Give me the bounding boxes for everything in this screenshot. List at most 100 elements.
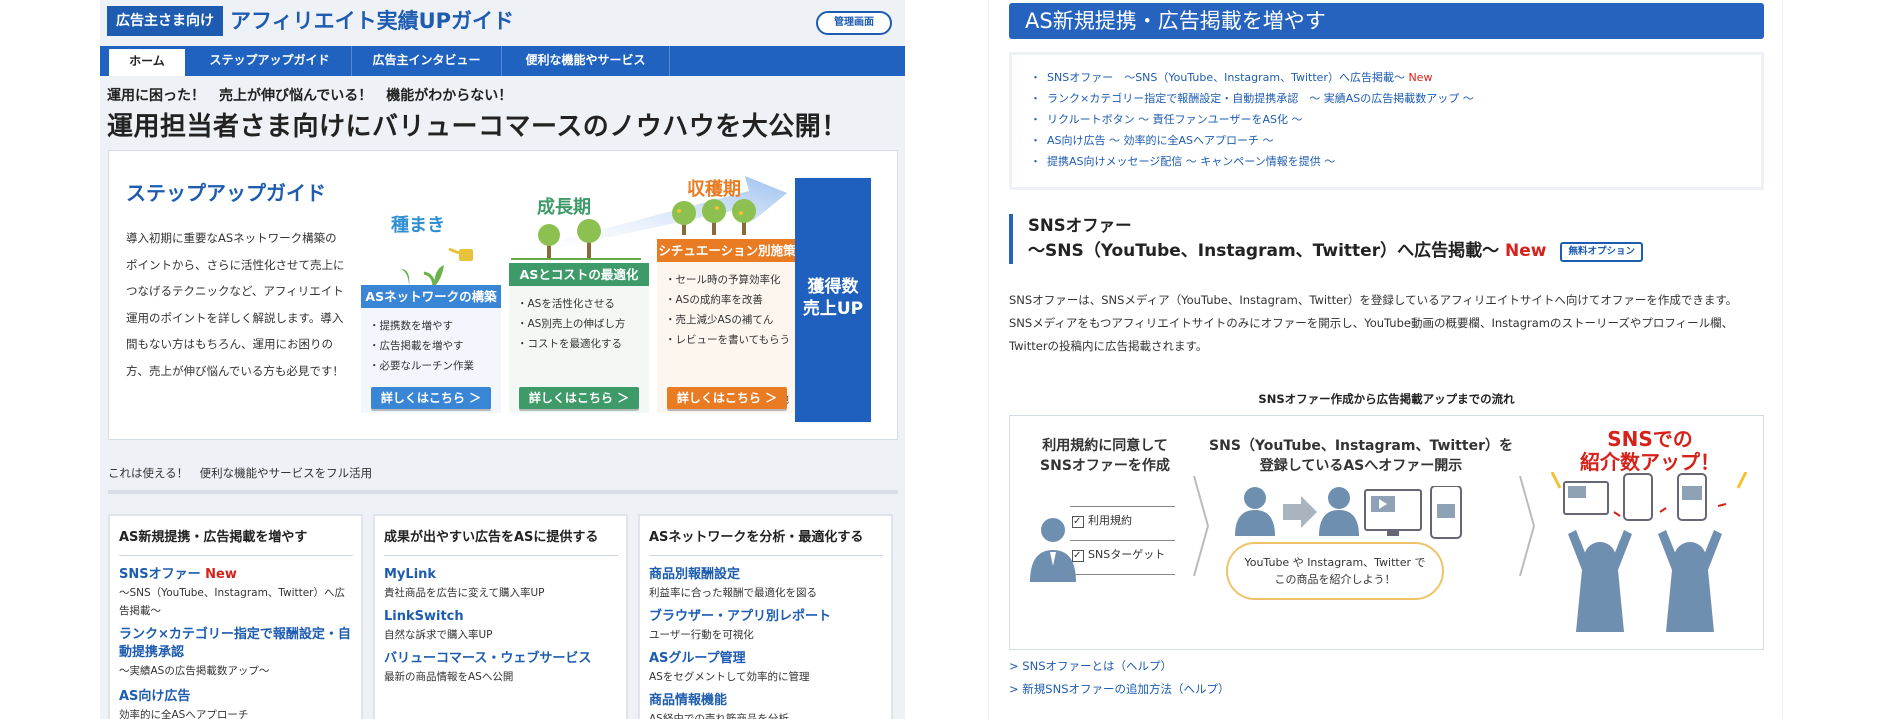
flow-diagram: 利用規約に同意して SNSオファーを作成 ✓ 利用規約 ✓ SNSターゲット SNS（… — [1009, 415, 1764, 650]
feature-desc: AS経由での売れ筋商品を分析 — [649, 713, 789, 719]
stepup-guide-card: ステップアップガイド 導入初期に重要なASネットワーク構築のポイントから、さらに… — [108, 150, 898, 440]
sns-description: SNSオファーは、SNSメディア（YouTube、Instagram、Twitt… — [1009, 293, 1738, 353]
feature-link[interactable]: ブラウザー・アプリ別レポート — [649, 608, 884, 626]
feature-desc: 〜SNS（YouTube、Instagram、Twitter）へ広告掲載〜 — [119, 587, 345, 617]
section-banner: AS新規提携・広告掲載を増やす — [1009, 3, 1764, 39]
flow-step-3: SNSでの 紹介数アップ！ — [1580, 427, 1720, 474]
stage-growth-item: AS別売上の伸ばし方 — [517, 314, 649, 334]
list-item[interactable]: ・ SNSオファー 〜SNS（YouTube、Instagram、Twitter）… — [1030, 67, 1761, 88]
feature-desc: 自然な訴求で購入率UP — [384, 629, 493, 641]
sprout-icon — [389, 247, 474, 288]
feature-link[interactable]: SNSオファー — [119, 567, 201, 582]
stage-seed-item: 提携数を増やす — [369, 316, 501, 336]
feature-item: LinkSwitch 自然な訴求で購入率UP — [384, 608, 619, 644]
divider — [108, 490, 898, 494]
feature-desc: ASをセグメントして効率的に管理 — [649, 671, 810, 683]
advertiser-tag: 広告主さま向け — [107, 6, 223, 36]
tab-interview[interactable]: 広告主インタビュー — [352, 46, 502, 76]
stage-harvest-item: セール時の予算効率化 — [665, 270, 797, 290]
feature-desc: 利益率に合った報酬で最適化を図る — [649, 587, 817, 599]
divider — [119, 555, 353, 556]
stage-growth-head: ASとコストの最適化 — [509, 263, 649, 286]
new-badge: New — [1505, 241, 1547, 261]
help-link-add-sns-offer[interactable]: > 新規SNSオファーの追加方法（ヘルプ） — [1009, 681, 1230, 697]
feature-item: SNSオファー New 〜SNS（YouTube、Instagram、Twitt… — [119, 566, 354, 620]
feature-item: バリューコマース・ウェブサービス 最新の商品情報をASへ公開 — [384, 650, 619, 686]
feature-link[interactable]: 商品別報酬設定 — [649, 566, 884, 584]
free-option-badge: 無料オプション — [1560, 242, 1643, 262]
feature-link[interactable]: 商品情報機能 — [649, 692, 884, 710]
checkbox-sns-target: ✓ SNSターゲット — [1072, 548, 1166, 562]
feature-desc: ユーザー行動を可視化 — [649, 629, 754, 641]
feature-column-ads: 成果が出やすい広告をASに提供する MyLink 貴社商品を広告に変えて購入率U… — [373, 514, 628, 719]
list-item[interactable]: ・ランク×カテゴリー指定で報酬設定・自動提携承認 〜 実績ASの広告掲載数アップ… — [1030, 88, 1761, 109]
help-link-sns-offer[interactable]: > SNSオファーとは（ヘルプ） — [1009, 658, 1172, 674]
stage-harvest-item: レビューを書いてもらう — [665, 330, 797, 350]
stage-seed-item: 必要なルーチン作業 — [369, 356, 501, 376]
flow-step-1: 利用規約に同意して SNSオファーを作成 — [1040, 438, 1170, 474]
feature-column-as-new: AS新規提携・広告掲載を増やす SNSオファー New 〜SNS（YouTube… — [108, 514, 363, 719]
chevron-right-icon: > — [1009, 682, 1019, 696]
chevron-right-icon — [1193, 476, 1210, 576]
feature-link[interactable]: バリューコマース・ウェブサービス — [384, 650, 619, 668]
chevron-right-icon — [1519, 476, 1536, 576]
flow-step-2: SNS（YouTube、Instagram、Twitter）を 登録しているASへ… — [1209, 438, 1513, 474]
stage-harvest-label: 収穫期 — [687, 179, 741, 200]
right-panel: AS新規提携・広告掲載を増やす ・ SNSオファー 〜SNS（YouTube、In… — [988, 0, 1783, 719]
stage-harvest-item: ASの成約率を改善 — [665, 290, 797, 310]
stage-harvest-item: 売上減少ASの補てん — [665, 310, 797, 330]
feature-desc: 最新の商品情報をASへ公開 — [384, 671, 514, 683]
feature-link[interactable]: ASグループ管理 — [649, 650, 884, 668]
feature-item: 商品情報機能 AS経由での売れ筋商品を分析 — [649, 692, 884, 719]
feature-item: 商品別報酬設定 利益率に合った報酬で最適化を図る — [649, 566, 884, 602]
feature-link[interactable]: ランク×カテゴリー指定で報酬設定・自動提携承認 — [119, 626, 354, 662]
list-item[interactable]: ・ AS向け広告 〜 効率的に全ASへアプローチ 〜 — [1030, 130, 1761, 151]
feature-column-analysis: ASネットワークを分析・最適化する 商品別報酬設定 利益率に合った報酬で最適化を… — [638, 514, 893, 719]
stage-growth-item: コストを最適化する — [517, 334, 649, 354]
stage-seed-item: 広告掲載を増やす — [369, 336, 501, 356]
feature-desc: 効率的に全ASへアプローチ — [119, 709, 249, 719]
sns-heading-line-2: 〜SNS（YouTube、Instagram、Twitter）へ広告掲載〜 — [1028, 241, 1506, 261]
left-panel: 広告主さま向け アフィリエイト実績UPガイド 管理画面 ホーム ステップアップガ… — [100, 0, 905, 719]
new-badge: New — [205, 567, 237, 582]
card-title: ステップアップガイド — [126, 181, 326, 205]
tab-features[interactable]: 便利な機能やサービス — [502, 46, 670, 76]
speech-bubble: YouTube や Instagram、Twitter でこの商品を紹介しよう！ — [1226, 542, 1444, 600]
feature-link-list: ・ SNSオファー 〜SNS（YouTube、Instagram、Twitter）… — [1009, 52, 1764, 190]
feature-item: ランク×カテゴリー指定で報酬設定・自動提携承認 〜実績ASの広告掲載数アップ〜 — [119, 626, 354, 680]
column-heading: AS新規提携・広告掲載を増やす — [119, 530, 308, 545]
feature-item: ASグループ管理 ASをセグメントして効率的に管理 — [649, 650, 884, 686]
stage-harvest-detail-button[interactable]: 詳しくはこちら ＞ — [667, 387, 787, 409]
feature-link[interactable]: MyLink — [384, 566, 619, 584]
checkbox-terms: ✓ 利用規約 — [1072, 514, 1132, 528]
tab-home[interactable]: ホーム — [106, 46, 188, 76]
admin-button[interactable]: 管理画面 — [816, 11, 892, 35]
divider — [384, 555, 618, 556]
stage-seed-detail-button[interactable]: 詳しくはこちら ＞ — [371, 387, 491, 409]
fruit-tree-icon — [672, 199, 756, 235]
intro-lead: 運用に困った！ 売上が伸び悩んでいる！ 機能がわからない！ — [107, 88, 513, 104]
sns-offer-heading: SNSオファー 〜SNS（YouTube、Instagram、Twitter）へ… — [1009, 214, 1764, 264]
guide-title[interactable]: アフィリエイト実績UPガイド — [230, 6, 514, 36]
list-item[interactable]: ・リクルートボタン 〜 責任ファンユーザーをAS化 〜 — [1030, 109, 1761, 130]
result-line-2: 売上UP — [802, 299, 864, 319]
intro-headline: 運用担当者さま向けにバリューコマースのノウハウを大公開！ — [107, 112, 848, 142]
list-item[interactable]: ・提携AS向けメッセージ配信 〜 キャンペーン情報を提供 〜 — [1030, 151, 1761, 172]
new-badge: New — [1408, 71, 1433, 84]
chevron-right-icon: > — [1009, 659, 1019, 673]
feature-link[interactable]: LinkSwitch — [384, 608, 619, 626]
feature-item: AS向け広告 効率的に全ASへアプローチ — [119, 688, 354, 719]
feature-item: ブラウザー・アプリ別レポート ユーザー行動を可視化 — [649, 608, 884, 644]
stage-growth-detail-button[interactable]: 詳しくはこちら ＞ — [519, 387, 639, 409]
tree-sapling-icon — [511, 219, 641, 260]
feature-desc: 〜実績ASの広告掲載数アップ〜 — [119, 665, 270, 677]
stage-seed-head: ASネットワークの構築 — [361, 285, 501, 308]
card-description: 導入初期に重要なASネットワーク構築のポイントから、さらに活性化させて売上につな… — [126, 231, 345, 378]
column-heading: 成果が出やすい広告をASに提供する — [384, 530, 599, 545]
stage-growth-label: 成長期 — [537, 197, 591, 218]
person-icon — [1030, 518, 1076, 582]
flow-title: SNSオファー作成から広告掲載アップまでの流れ — [1258, 392, 1515, 406]
divider — [649, 555, 883, 556]
tab-stepup-guide[interactable]: ステップアップガイド — [188, 46, 352, 76]
feature-link[interactable]: AS向け広告 — [119, 688, 354, 706]
